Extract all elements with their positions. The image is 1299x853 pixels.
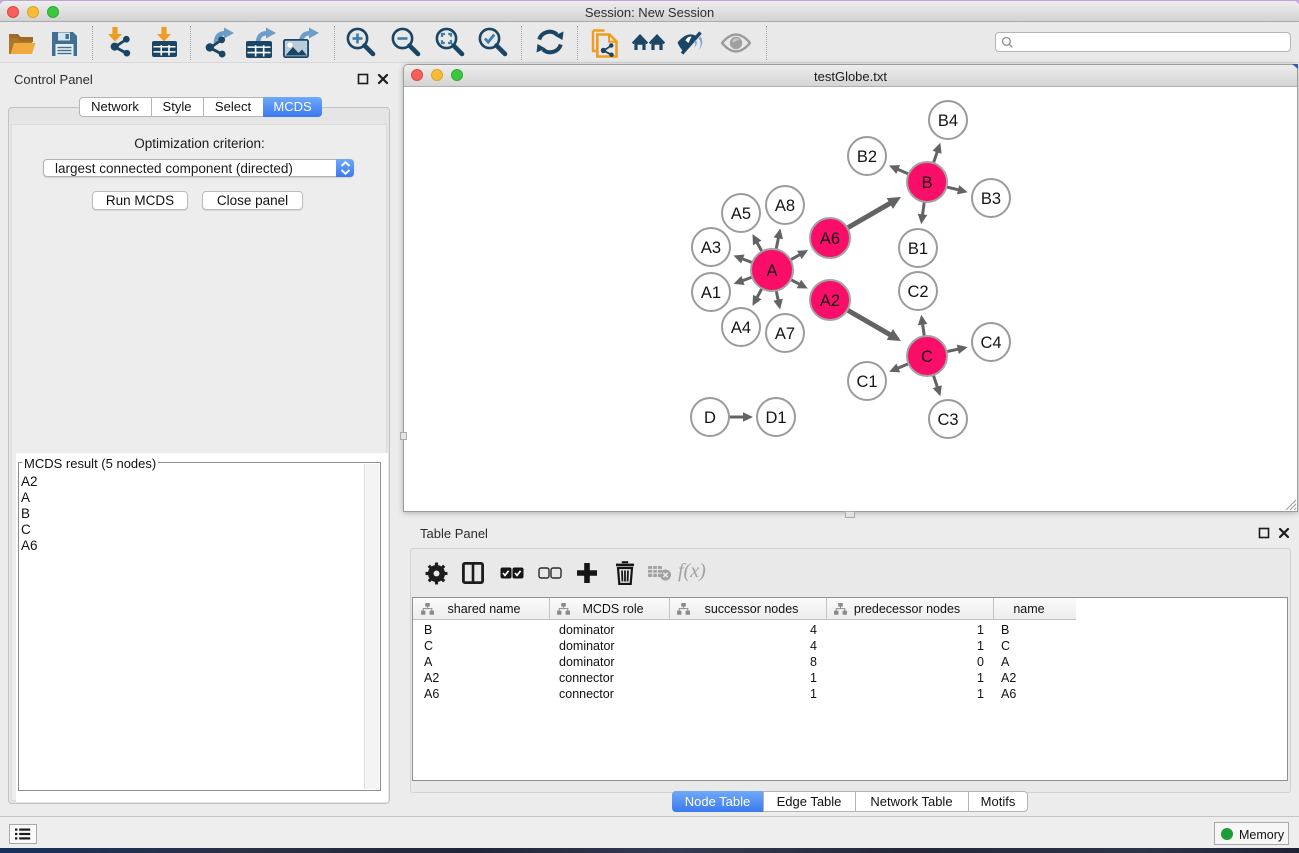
svg-text:A4: A4 (731, 319, 751, 337)
svg-text:A5: A5 (731, 205, 751, 223)
svg-text:C1: C1 (856, 373, 877, 391)
svg-text:A: A (766, 262, 777, 280)
svg-text:C2: C2 (907, 283, 928, 301)
svg-text:A2: A2 (820, 292, 840, 310)
svg-text:B2: B2 (857, 148, 877, 166)
svg-text:C: C (921, 348, 933, 366)
svg-text:D: D (704, 409, 716, 427)
svg-text:A7: A7 (775, 325, 795, 343)
svg-text:B1: B1 (908, 240, 928, 258)
svg-text:A8: A8 (775, 197, 795, 215)
svg-text:A1: A1 (701, 284, 721, 302)
svg-text:B4: B4 (938, 112, 958, 130)
svg-text:A3: A3 (701, 239, 721, 257)
svg-text:B: B (921, 174, 932, 192)
svg-text:C3: C3 (937, 411, 958, 429)
svg-text:A6: A6 (820, 230, 840, 248)
svg-text:C4: C4 (980, 334, 1001, 352)
svg-text:B3: B3 (981, 190, 1001, 208)
svg-text:D1: D1 (765, 409, 786, 427)
